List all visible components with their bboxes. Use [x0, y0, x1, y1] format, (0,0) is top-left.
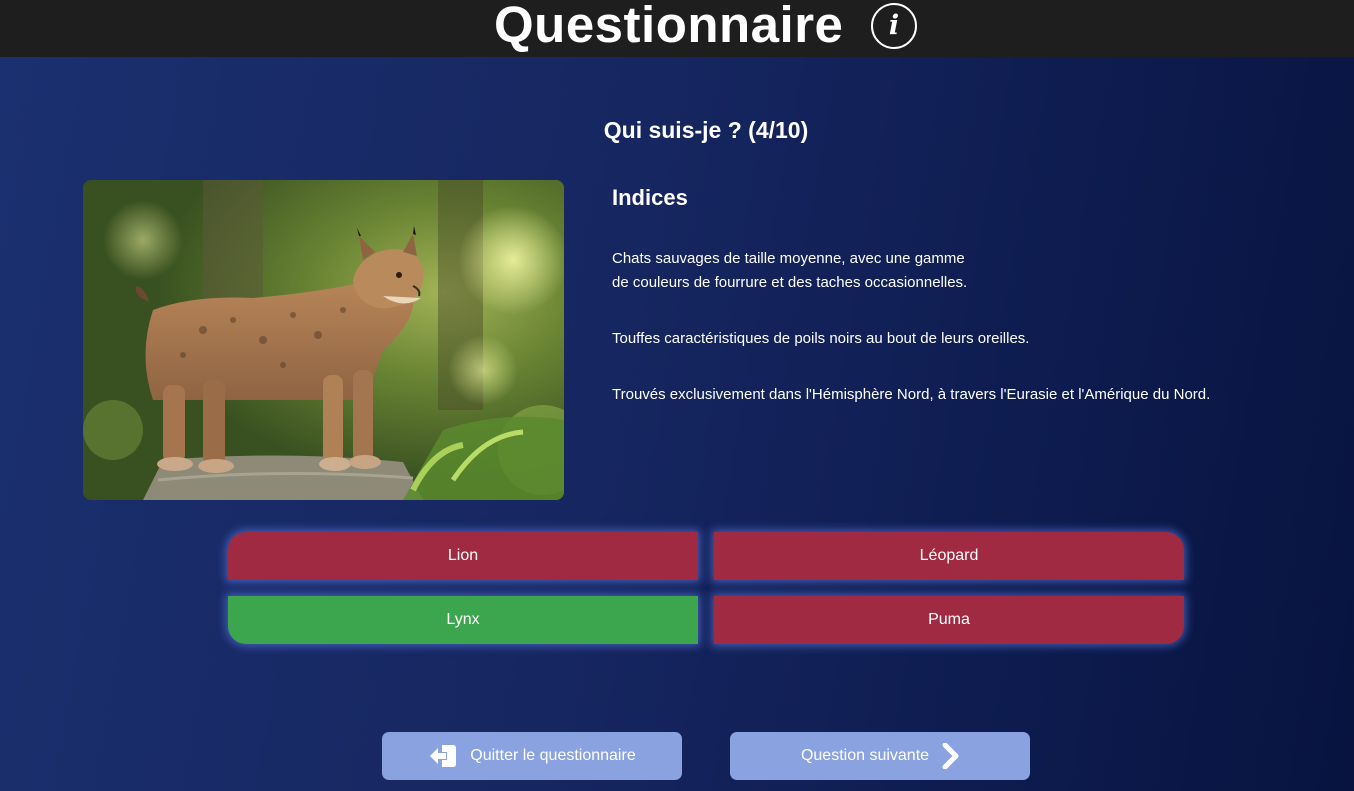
- next-question-button[interactable]: Question suivante: [730, 732, 1030, 780]
- hint-3: Trouvés exclusivement dans l'Hémisphère …: [612, 386, 1211, 403]
- exit-icon: [428, 743, 458, 769]
- hint-2: Touffes caractéristiques de poils noirs …: [612, 330, 1030, 347]
- hints-heading: Indices: [612, 185, 688, 210]
- app-title: Questionnaire: [494, 0, 844, 53]
- question-title: Qui suis-je ? (4/10): [603, 117, 809, 143]
- answer-leopard-button[interactable]: Léopard: [714, 532, 1184, 580]
- answer-puma-button[interactable]: Puma: [714, 596, 1184, 644]
- answer-lion-button[interactable]: Lion: [228, 532, 698, 580]
- answer-lynx-button[interactable]: Lynx: [228, 596, 698, 644]
- quit-quiz-label: Quitter le questionnaire: [470, 747, 636, 764]
- hint-1: Chats sauvages de taille moyenne, avec u…: [612, 250, 968, 291]
- animal-photo: [83, 180, 564, 500]
- info-icon[interactable]: i: [871, 3, 917, 49]
- top-bar: Questionnaire i: [0, 0, 1354, 57]
- chevron-right-icon: [941, 743, 959, 769]
- next-question-label: Question suivante: [800, 747, 930, 764]
- quit-quiz-button[interactable]: Quitter le questionnaire: [382, 732, 682, 780]
